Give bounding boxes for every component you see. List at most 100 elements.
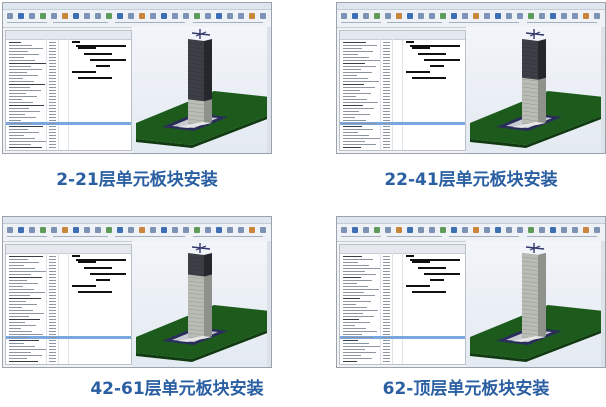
- gantt-chart-pane[interactable]: [5, 30, 132, 151]
- gantt-task-label: [343, 99, 367, 100]
- gantt-chart-pane[interactable]: [5, 244, 132, 365]
- gantt-task-label: [9, 262, 39, 263]
- ribbon-icon: [550, 227, 556, 233]
- window-titlebar: [337, 217, 605, 224]
- gantt-task-date: [383, 69, 390, 70]
- gantt-bar: [424, 273, 460, 275]
- gantt-task-label: [343, 138, 380, 139]
- gantt-task-date: [383, 292, 390, 293]
- gantt-task-label: [343, 346, 380, 347]
- gantt-task-date: [49, 147, 56, 148]
- 3d-viewport[interactable]: [132, 27, 271, 153]
- gantt-task-label: [9, 358, 27, 359]
- gantt-task-date: [383, 123, 390, 124]
- ribbon-icon: [528, 227, 534, 233]
- gantt-task-label: [9, 78, 23, 79]
- gantt-task-date: [49, 256, 56, 257]
- gantt-task-label: [343, 289, 379, 290]
- ribbon-icon: [429, 227, 435, 233]
- gantt-task-label: [9, 259, 28, 260]
- gantt-task-date: [49, 48, 56, 49]
- gantt-task-date: [49, 105, 56, 106]
- gantt-task-date: [49, 111, 56, 112]
- gantt-chart-pane[interactable]: [339, 30, 466, 151]
- gantt-task-label: [343, 126, 362, 127]
- gantt-task-date: [383, 132, 390, 133]
- ribbon-toolbar[interactable]: [337, 224, 605, 242]
- gantt-task-label: [343, 355, 361, 356]
- ribbon-icon: [161, 227, 167, 233]
- gantt-task-label: [343, 51, 373, 52]
- gantt-task-label: [343, 304, 356, 305]
- gantt-task-date: [49, 352, 56, 353]
- panel-caption: 62-顶层单元板块安装: [382, 379, 550, 399]
- ribbon-icon: [62, 13, 68, 19]
- gantt-task-label: [9, 316, 29, 317]
- gantt-task-label: [9, 144, 31, 145]
- gantt-task-date: [383, 66, 390, 67]
- ribbon-icon: [216, 227, 222, 233]
- gantt-task-label: [343, 81, 379, 82]
- window-titlebar: [3, 217, 271, 224]
- gantt-task-label: [343, 66, 376, 67]
- ribbon-icon: [396, 13, 402, 19]
- gantt-task-date: [383, 262, 390, 263]
- gantt-task-date: [49, 283, 56, 284]
- ribbon-icon: [451, 13, 457, 19]
- gantt-task-label: [9, 307, 22, 308]
- 3d-viewport[interactable]: [466, 241, 605, 367]
- ribbon-icon: [550, 13, 556, 19]
- scrollbar[interactable]: [267, 241, 271, 367]
- gantt-bar: [72, 255, 80, 257]
- ribbon-icon: [484, 227, 490, 233]
- gantt-bar: [78, 77, 112, 79]
- gantt-bar: [406, 285, 430, 287]
- gantt-task-label: [9, 283, 38, 284]
- gantt-bar: [90, 59, 126, 61]
- gantt-column-divider: [392, 253, 393, 364]
- ribbon-toolbar[interactable]: [3, 224, 271, 242]
- gantt-task-label: [343, 75, 357, 76]
- ribbon-icon: [40, 227, 46, 233]
- gantt-task-date: [49, 343, 56, 344]
- gantt-task-label: [9, 135, 24, 136]
- gantt-chart-pane[interactable]: [339, 244, 466, 365]
- gantt-task-label: [343, 343, 369, 344]
- gantt-task-label: [9, 45, 32, 46]
- ribbon-group-label: [53, 22, 108, 23]
- gantt-bar: [72, 41, 80, 43]
- scrollbar[interactable]: [267, 27, 271, 153]
- gantt-bar: [78, 261, 96, 263]
- gantt-task-date: [49, 262, 56, 263]
- gantt-task-date: [49, 135, 56, 136]
- gantt-task-label: [9, 256, 43, 257]
- gantt-task-label: [9, 84, 45, 85]
- gantt-task-label: [343, 286, 368, 287]
- 3d-viewport[interactable]: [466, 27, 605, 153]
- ribbon-group-label: [527, 236, 597, 237]
- gantt-bar: [84, 267, 112, 269]
- scrollbar[interactable]: [601, 241, 605, 367]
- gantt-task-date: [383, 45, 390, 46]
- gantt-task-label: [9, 322, 25, 323]
- gantt-task-label: [9, 346, 35, 347]
- gantt-task-date: [49, 141, 56, 142]
- gantt-task-date: [49, 298, 56, 299]
- gantt-bar: [84, 53, 112, 55]
- gantt-task-label: [9, 141, 46, 142]
- gantt-task-label: [9, 108, 29, 109]
- scrollbar[interactable]: [601, 27, 605, 153]
- ribbon-icon: [183, 227, 189, 233]
- screenshot-2: [336, 2, 606, 154]
- gantt-summary-bar: [410, 45, 460, 47]
- ribbon-icon: [352, 13, 358, 19]
- 3d-viewport[interactable]: [132, 241, 271, 367]
- ribbon-icon: [227, 227, 233, 233]
- gantt-task-date: [49, 138, 56, 139]
- ribbon-toolbar[interactable]: [3, 10, 271, 28]
- gantt-task-label: [9, 63, 46, 64]
- gantt-task-label: [343, 144, 376, 145]
- gantt-task-label: [343, 72, 372, 73]
- gantt-task-label: [343, 328, 366, 329]
- ribbon-toolbar[interactable]: [337, 10, 605, 28]
